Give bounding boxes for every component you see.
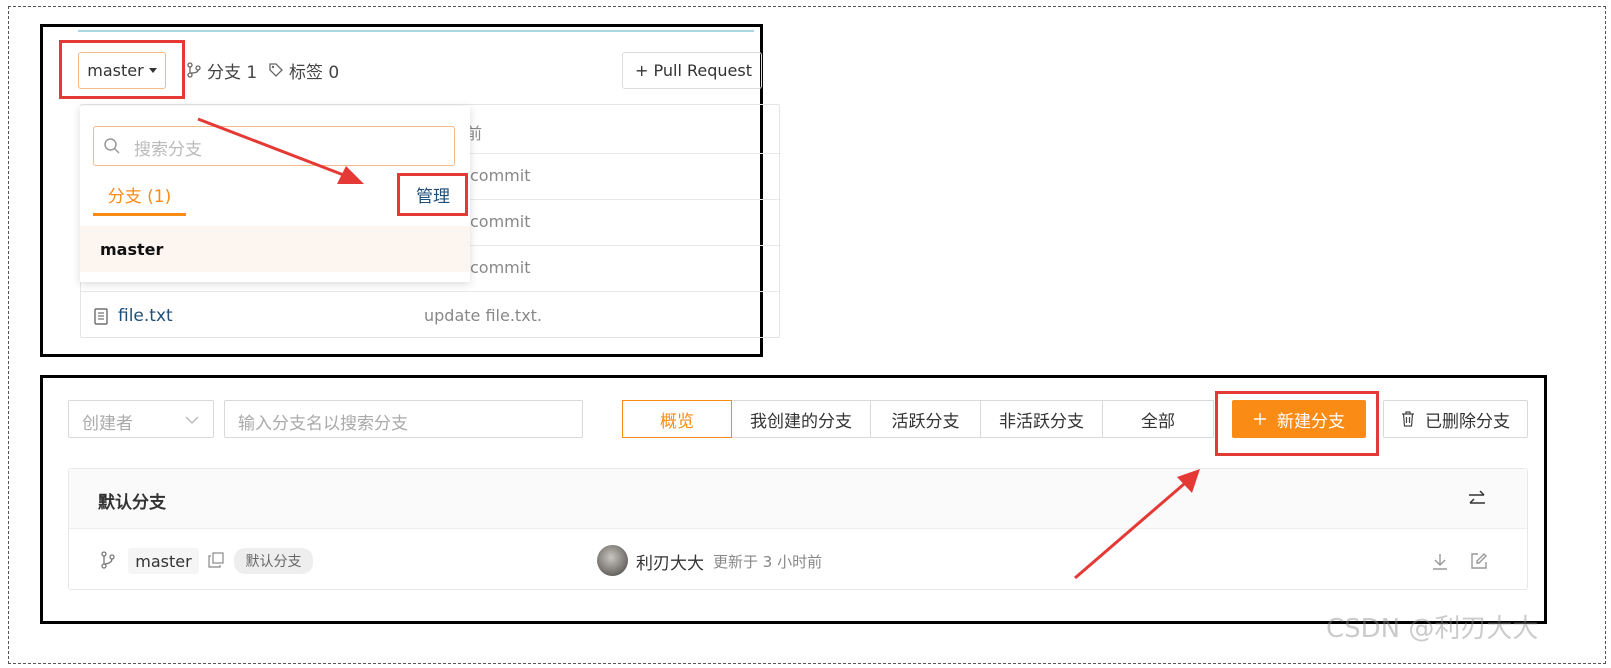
branch-search-field-placeholder: 输入分支名以搜索分支 — [238, 414, 408, 434]
file-icon — [94, 307, 108, 325]
branch-count-label: 分支 1 — [207, 62, 258, 83]
tag-count-label: 标签 0 — [289, 62, 340, 83]
filter-my-branches[interactable]: 我创建的分支 — [731, 400, 871, 438]
chevron-down-icon — [185, 416, 199, 425]
branch-option-label: master — [100, 240, 164, 259]
trash-icon — [1402, 411, 1414, 427]
file-commit-message[interactable]: update file.txt. — [424, 306, 542, 325]
section-title: 默认分支 — [98, 493, 166, 513]
row-divider — [81, 291, 781, 292]
commit-message[interactable]: commit — [470, 166, 530, 185]
file-name-link[interactable]: file.txt — [118, 306, 173, 326]
filter-all-label: 全部 — [1141, 411, 1175, 432]
branch-search-field[interactable]: 输入分支名以搜索分支 — [224, 400, 583, 438]
branch-name-chip[interactable]: master — [128, 548, 199, 574]
deleted-branches-button[interactable]: 已删除分支 — [1383, 400, 1528, 438]
card-header — [69, 469, 1527, 529]
default-branch-badge-label: 默认分支 — [245, 554, 302, 570]
tag-count[interactable]: 标签 0 — [268, 58, 340, 83]
author-name[interactable]: 利刃大大 — [636, 549, 704, 574]
filter-overview[interactable]: 概览 — [622, 400, 732, 438]
branch-icon — [101, 551, 115, 569]
pull-request-label: + Pull Request — [635, 61, 752, 80]
tab-branches-label: 分支 (1) — [107, 187, 172, 207]
branch-search-placeholder: 搜索分支 — [134, 140, 202, 160]
default-branch-badge: 默认分支 — [234, 548, 313, 574]
branch-icon — [187, 62, 201, 78]
copy-icon[interactable] — [208, 552, 224, 568]
filter-inactive-label: 非活跃分支 — [999, 411, 1084, 432]
tag-icon — [269, 63, 283, 77]
tab-branches[interactable]: 分支 (1) — [93, 176, 186, 216]
watermark: CSDN @利刃大大 — [1326, 614, 1539, 644]
filter-active-label: 活跃分支 — [891, 411, 960, 432]
updated-time: 更新于 3 小时前 — [713, 553, 823, 571]
commit-message[interactable]: commit — [470, 212, 530, 231]
manage-branches-link[interactable]: 管理 — [416, 182, 450, 207]
filter-active[interactable]: 活跃分支 — [870, 400, 981, 438]
branch-name: master — [135, 551, 192, 571]
new-branch-highlight — [1215, 391, 1379, 456]
download-icon[interactable] — [1431, 553, 1449, 571]
commit-message[interactable]: commit — [470, 258, 530, 277]
creator-placeholder: 创建者 — [82, 414, 133, 434]
search-icon — [104, 138, 120, 154]
branch-option[interactable]: master — [80, 226, 470, 272]
file-row[interactable]: file.txt — [94, 304, 173, 328]
avatar — [597, 545, 628, 576]
filter-overview-label: 概览 — [660, 411, 694, 432]
filter-my-branches-label: 我创建的分支 — [750, 411, 852, 432]
pull-request-button[interactable]: + Pull Request — [622, 52, 762, 89]
branch-search-input[interactable]: 搜索分支 — [93, 126, 455, 166]
branch-select-highlight — [59, 40, 185, 99]
branch-count[interactable]: 分支 1 — [186, 58, 258, 83]
deleted-branches-label: 已删除分支 — [1425, 411, 1510, 432]
filter-inactive[interactable]: 非活跃分支 — [980, 400, 1103, 438]
swap-icon[interactable] — [1467, 490, 1487, 508]
creator-select[interactable]: 创建者 — [68, 400, 214, 438]
edit-icon[interactable] — [1470, 552, 1488, 570]
filter-all[interactable]: 全部 — [1102, 400, 1214, 438]
accent-top-line — [78, 30, 754, 32]
